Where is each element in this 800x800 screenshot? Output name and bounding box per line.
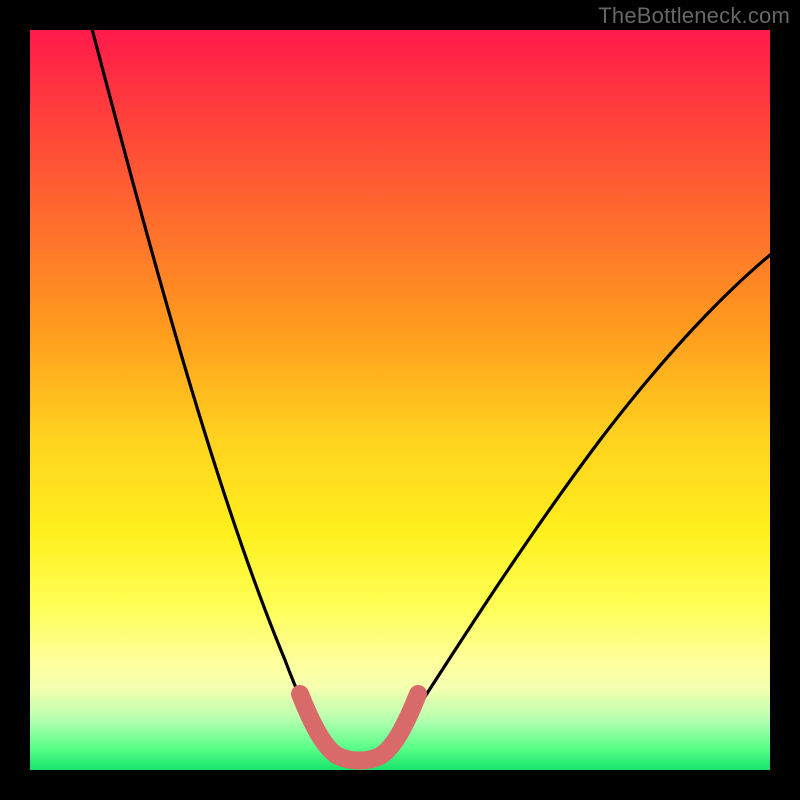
- chart-frame: TheBottleneck.com: [0, 0, 800, 800]
- plot-gradient-area: [30, 30, 770, 770]
- watermark-text: TheBottleneck.com: [598, 3, 790, 29]
